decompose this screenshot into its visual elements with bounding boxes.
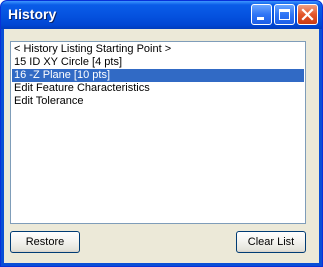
maximize-button[interactable] — [274, 4, 295, 25]
list-item-id-xy-circle[interactable]: 15 ID XY Circle [4 pts] — [12, 56, 304, 69]
window-title: History — [8, 6, 57, 22]
maximize-icon — [279, 9, 290, 20]
close-icon — [301, 8, 314, 21]
minimize-button[interactable] — [251, 4, 272, 25]
dialog-body: < History Listing Starting Point > 15 ID… — [4, 29, 319, 263]
history-window: History < History Listing Starting Point… — [0, 0, 323, 267]
clear-list-button[interactable]: Clear List — [236, 231, 306, 253]
restore-button[interactable]: Restore — [10, 231, 80, 253]
list-item-edit-tolerance[interactable]: Edit Tolerance — [12, 95, 304, 108]
list-item-z-plane[interactable]: 16 -Z Plane [10 pts] — [12, 69, 304, 82]
list-item-starting-point[interactable]: < History Listing Starting Point > — [12, 43, 304, 56]
minimize-icon — [257, 17, 264, 20]
list-item-edit-feature-characteristics[interactable]: Edit Feature Characteristics — [12, 82, 304, 95]
title-bar[interactable]: History — [1, 1, 322, 29]
close-button[interactable] — [297, 4, 318, 25]
history-listbox[interactable]: < History Listing Starting Point > 15 ID… — [10, 41, 306, 224]
